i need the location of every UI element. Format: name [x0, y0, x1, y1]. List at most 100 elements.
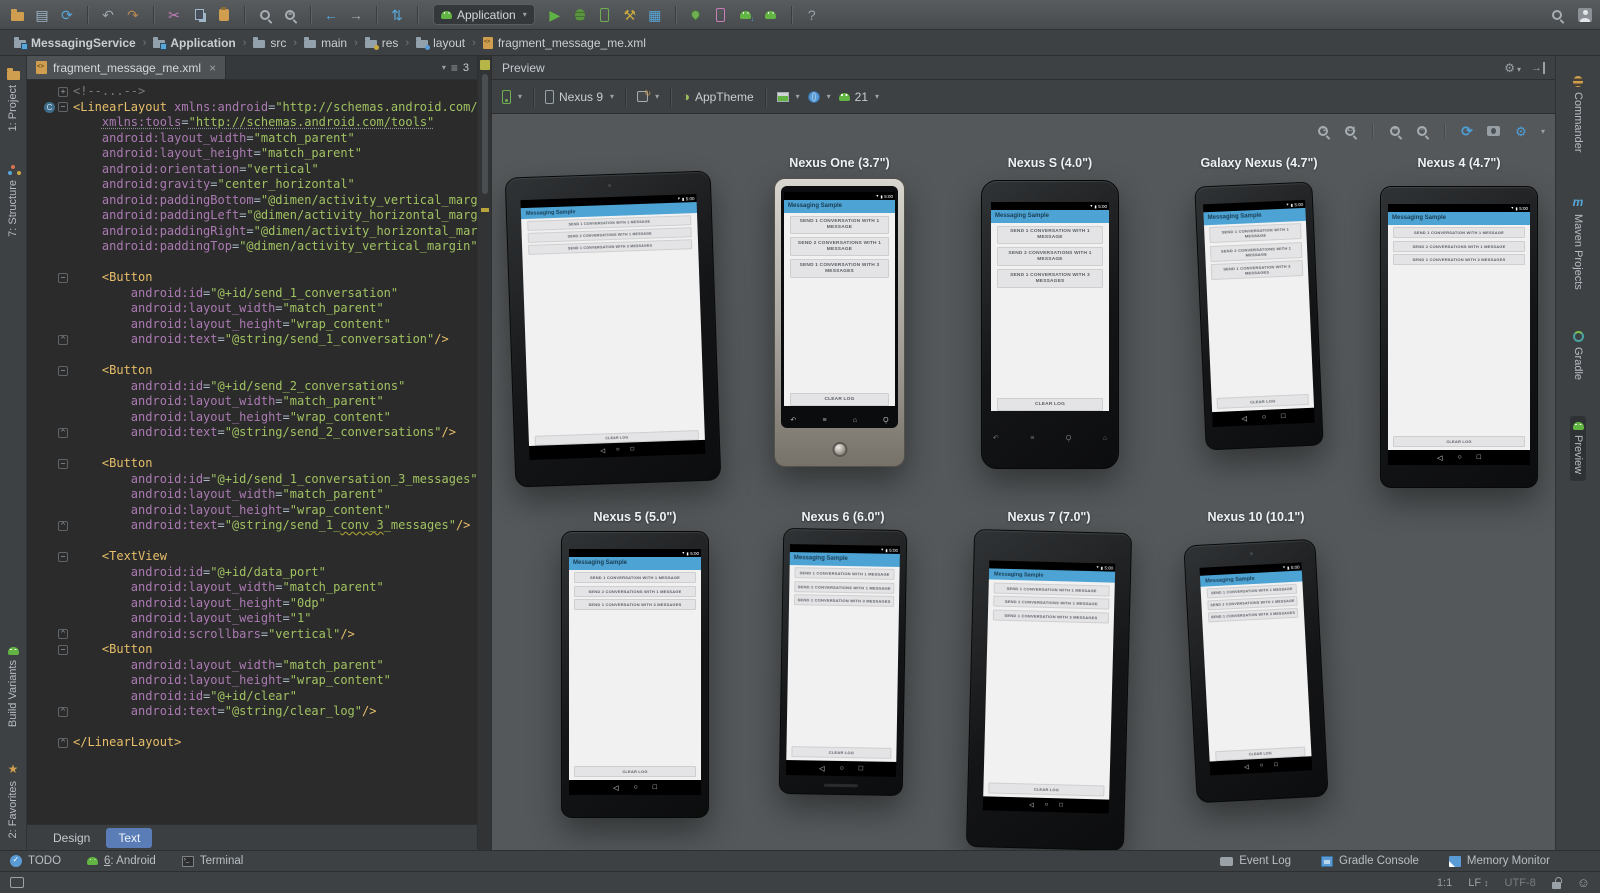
code-line[interactable]: android:paddingRight="@dimen/activity_ho… — [27, 224, 477, 240]
help-icon[interactable]: ? — [803, 6, 821, 24]
editor-tab[interactable]: fragment_message_me.xml × — [27, 56, 226, 79]
gutter[interactable]: ^ — [27, 425, 73, 441]
gutter[interactable] — [27, 441, 73, 457]
code-line[interactable]: android:paddingLeft="@dimen/activity_hor… — [27, 208, 477, 224]
gutter[interactable] — [27, 720, 73, 736]
code-line[interactable]: ^ android:text="@string/send_2_conversat… — [27, 425, 477, 441]
code-line[interactable]: android:layout_width="match_parent" — [27, 301, 477, 317]
gutter[interactable]: + — [27, 84, 73, 100]
undo-icon[interactable]: ↶ — [99, 6, 117, 24]
gutter[interactable]: ^ — [27, 332, 73, 348]
fold-end-icon[interactable]: ^ — [58, 629, 68, 639]
scrollbar-thumb[interactable] — [482, 74, 488, 194]
code-line[interactable]: android:layout_width="match_parent" — [27, 658, 477, 674]
device-preview-nexus-9[interactable]: ▼▮5:00Messaging SampleSEND 1 CONVERSATIO… — [505, 170, 722, 487]
device-preview-nexus-s-4-0[interactable]: ▼▮5:00Messaging SampleSEND 1 CONVERSATIO… — [981, 180, 1119, 469]
line-separator-widget[interactable]: LF↕ — [1468, 877, 1488, 889]
fold-toggle-icon[interactable]: + — [58, 87, 68, 97]
gutter[interactable] — [27, 487, 73, 503]
code-line[interactable]: android:layout_width="match_parent" — [27, 487, 477, 503]
breadcrumb-item-application[interactable]: Application — [149, 36, 239, 50]
open-project-icon[interactable] — [8, 6, 26, 24]
gutter[interactable] — [27, 177, 73, 193]
gutter[interactable] — [27, 115, 73, 131]
preview-settings-icon[interactable]: ⚙ — [1512, 122, 1530, 140]
code-line[interactable] — [27, 534, 477, 550]
avd-manager-icon[interactable] — [687, 6, 705, 24]
close-tab-icon[interactable]: × — [209, 61, 216, 75]
code-area[interactable]: +<!--...-->C−<LinearLayout xmlns:android… — [27, 80, 477, 824]
gutter[interactable] — [27, 239, 73, 255]
code-line[interactable]: android:id="@+id/send_1_conversation" — [27, 286, 477, 302]
device-preview-nexus-one-3-7[interactable]: ▼▮5:00Messaging SampleSEND 1 CONVERSATIO… — [774, 178, 905, 467]
gutter[interactable] — [27, 286, 73, 302]
orientation-selector[interactable]: ▾ — [637, 91, 659, 102]
fold-toggle-icon[interactable]: − — [58, 645, 68, 655]
code-line[interactable]: ^ android:text="@string/send_1_conv_3_me… — [27, 518, 477, 534]
refresh-icon[interactable]: ⟳ — [1458, 122, 1476, 140]
device-selector[interactable]: Nexus 9 ▾ — [545, 90, 614, 104]
code-line[interactable]: android:layout_height="wrap_content" — [27, 503, 477, 519]
gutter[interactable]: ^ — [27, 704, 73, 720]
gutter[interactable] — [27, 503, 73, 519]
gutter[interactable] — [27, 534, 73, 550]
device-preview-nexus-4-4-7[interactable]: ▼▮5:00Messaging SampleSEND 1 CONVERSATIO… — [1380, 186, 1538, 488]
gutter[interactable]: − — [27, 270, 73, 286]
device-preview-nexus-5-5-0[interactable]: ▼▮5:00Messaging SampleSEND 1 CONVERSATIO… — [561, 531, 709, 818]
forward-icon[interactable]: → — [347, 6, 365, 24]
gutter[interactable] — [27, 658, 73, 674]
gutter[interactable] — [27, 472, 73, 488]
code-line[interactable]: android:layout_weight="1" — [27, 611, 477, 627]
code-line[interactable] — [27, 255, 477, 271]
inspections-icon[interactable]: ☺ — [1577, 875, 1590, 890]
gutter[interactable]: ^ — [27, 735, 73, 751]
code-line[interactable] — [27, 720, 477, 736]
gutter[interactable] — [27, 301, 73, 317]
code-line[interactable]: android:layout_width="match_parent" — [27, 131, 477, 147]
device-preview-nexus-7-7-0[interactable]: ▼▮5:00Messaging SampleSEND 1 CONVERSATIO… — [966, 529, 1132, 850]
code-line[interactable] — [27, 441, 477, 457]
fold-end-icon[interactable]: ^ — [58, 335, 68, 345]
fold-end-icon[interactable]: ^ — [58, 707, 68, 717]
code-line[interactable]: android:layout_height="wrap_content" — [27, 317, 477, 333]
tab-text[interactable]: Text — [106, 828, 152, 848]
debug-icon[interactable] — [571, 6, 589, 24]
fold-end-icon[interactable]: ^ — [58, 521, 68, 531]
gutter[interactable]: ^ — [27, 518, 73, 534]
gutter[interactable] — [27, 394, 73, 410]
gutter[interactable] — [27, 580, 73, 596]
save-all-icon[interactable]: ▤ — [33, 6, 51, 24]
code-line[interactable]: android:paddingTop="@dimen/activity_vert… — [27, 239, 477, 255]
android-sdk-icon[interactable] — [737, 6, 755, 24]
configuration-selector[interactable]: ▾ — [502, 90, 522, 104]
copy-icon[interactable] — [190, 6, 208, 24]
tool-stripe-7-structure[interactable]: 7: Structure — [5, 159, 21, 243]
code-line[interactable]: android:gravity="center_horizontal" — [27, 177, 477, 193]
search-icon[interactable] — [1548, 6, 1566, 24]
device-preview-nexus-10-10-1[interactable]: ▼▮5:00Messaging SampleSEND 1 CONVERSATIO… — [1183, 539, 1328, 804]
zoom-fit-icon[interactable] — [1314, 122, 1332, 140]
gutter[interactable] — [27, 348, 73, 364]
code-line[interactable]: C−<LinearLayout xmlns:android="http://sc… — [27, 100, 477, 116]
breadcrumb-item-fragment-message-me-xml[interactable]: fragment_message_me.xml — [479, 36, 650, 50]
gutter[interactable] — [27, 224, 73, 240]
code-line[interactable]: android:layout_width="match_parent" — [27, 394, 477, 410]
code-line[interactable]: − <Button — [27, 270, 477, 286]
zoom-out-icon[interactable] — [1413, 122, 1431, 140]
replace-icon[interactable] — [281, 6, 299, 24]
code-line[interactable]: − <TextView — [27, 549, 477, 565]
back-icon[interactable]: ← — [322, 6, 340, 24]
code-line[interactable]: android:id="@+id/data_port" — [27, 565, 477, 581]
activity-selector[interactable]: ▾ — [777, 92, 800, 102]
zoom-in-icon[interactable] — [1386, 122, 1404, 140]
code-line[interactable]: +<!--...--> — [27, 84, 477, 100]
code-line[interactable]: − <Button — [27, 456, 477, 472]
screenshot-icon[interactable] — [1485, 122, 1503, 140]
readonly-lock-icon[interactable] — [1552, 882, 1561, 889]
tool-stripe-2-favorites[interactable]: ★2: Favorites — [5, 756, 21, 844]
redo-icon[interactable]: ↷ — [124, 6, 142, 24]
code-line[interactable]: android:layout_width="match_parent" — [27, 580, 477, 596]
tab-dropdown-icon[interactable]: ▾ — [442, 63, 446, 72]
device-monitor-icon[interactable] — [762, 6, 780, 24]
toolwindow-toggle-icon[interactable] — [10, 877, 24, 888]
